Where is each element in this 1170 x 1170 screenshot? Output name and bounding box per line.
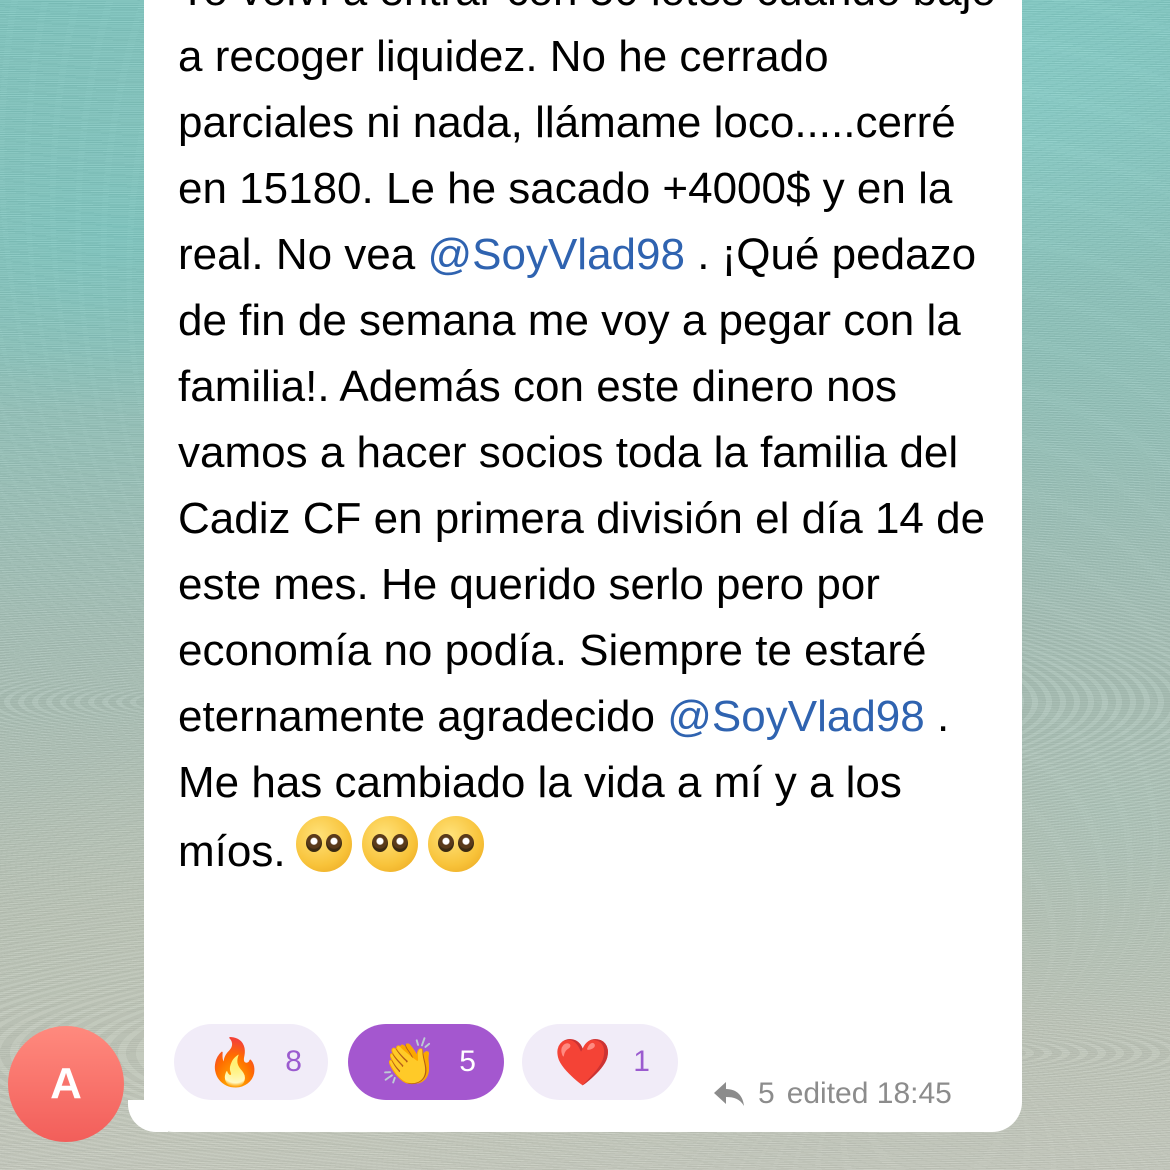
reply-icon[interactable] xyxy=(712,1080,746,1108)
reaction-fire[interactable]: 🔥 8 xyxy=(174,1024,328,1100)
fire-icon: 🔥 xyxy=(206,1035,264,1089)
reaction-count: 1 xyxy=(633,1045,650,1078)
reaction-clapping-hands[interactable]: 👏 5 xyxy=(348,1024,504,1100)
pleading-face-emoji xyxy=(427,816,484,872)
heart-icon: ❤️ xyxy=(554,1035,612,1089)
reaction-heart[interactable]: ❤️ 1 xyxy=(522,1024,678,1100)
message-text-part-2: . ¡Qué pedazo de fin de semana me voy a … xyxy=(178,230,986,741)
reaction-count: 5 xyxy=(459,1045,476,1078)
reply-count[interactable]: 5 xyxy=(758,1077,775,1111)
message-status: edited 18:45 xyxy=(786,1077,952,1110)
clapping-hands-icon: 👏 xyxy=(380,1035,438,1089)
avatar-initial: A xyxy=(50,1059,82,1108)
message-text: Yo volví a entrar con 50 lotes cuando ba… xyxy=(178,0,1008,885)
message-meta: 5 edited 18:45 xyxy=(712,1074,952,1114)
avatar[interactable]: A xyxy=(8,1026,124,1142)
mention-link[interactable]: @SoyVlad98 xyxy=(427,230,685,279)
pleading-face-emoji xyxy=(361,816,418,872)
pleading-face-emoji xyxy=(295,816,352,872)
reaction-count: 8 xyxy=(285,1045,302,1078)
message-text-partial-line: Yo volví a entrar con 50 lotes xyxy=(178,0,744,15)
mention-link[interactable]: @SoyVlad98 xyxy=(667,692,925,741)
